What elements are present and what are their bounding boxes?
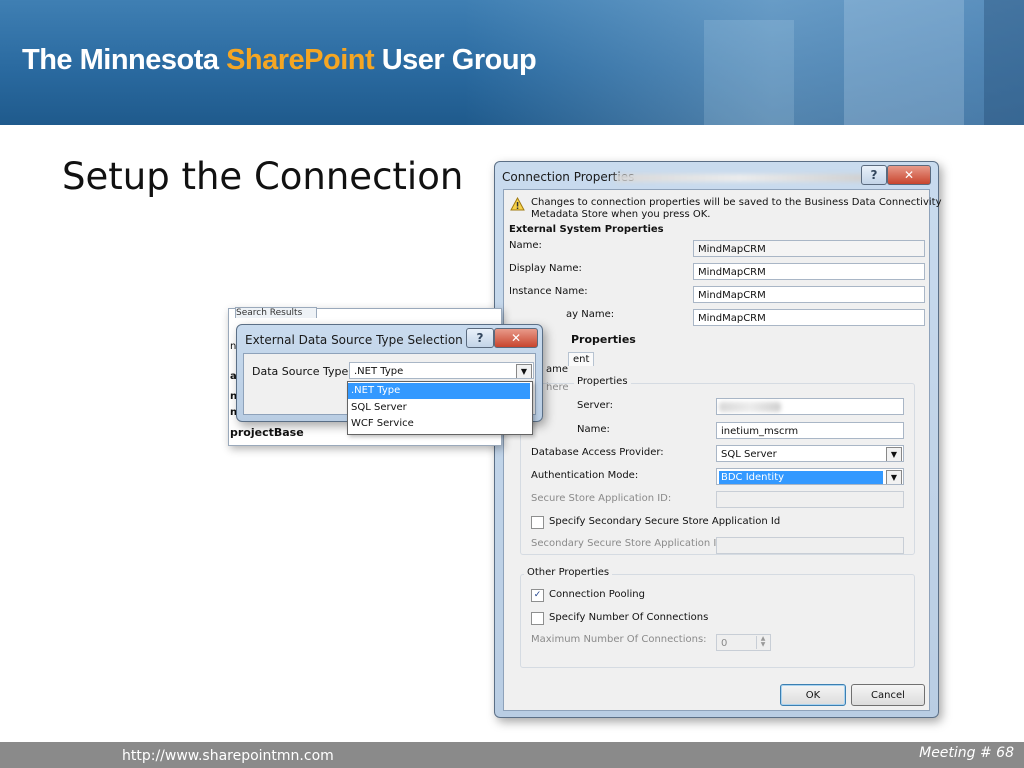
partial-field-label: ame <box>546 364 569 375</box>
banner-title-post: User Group <box>374 44 537 76</box>
authentication-mode-value: BDC Identity <box>719 471 883 484</box>
max-connections-label: Maximum Number Of Connections: <box>531 634 707 645</box>
database-name-field[interactable]: inetium_mscrm <box>716 422 904 439</box>
partial-section-heading: Properties <box>571 333 636 346</box>
other-properties-legend: Other Properties <box>524 567 613 578</box>
secure-store-id-label: Secure Store Application ID: <box>531 493 672 504</box>
footer-url[interactable]: http://www.sharepointmn.com <box>122 748 334 764</box>
search-results-title: Search Results <box>236 308 303 318</box>
max-connections-value: 0 <box>721 638 728 649</box>
banner-title: The Minnesota SharePoint User Group <box>22 44 537 77</box>
cancel-button[interactable]: Cancel <box>851 684 925 706</box>
behind-list-item[interactable]: projectBase <box>230 426 304 439</box>
dropdown-option[interactable]: SQL Server <box>348 400 530 416</box>
banner-title-accent: SharePoint <box>226 44 375 76</box>
provider-value: SQL Server <box>721 449 777 460</box>
dialog-client-area: Changes to connection properties will be… <box>503 189 941 711</box>
notice-line-1: Changes to connection properties will be… <box>531 197 942 208</box>
secure-store-id-field[interactable] <box>716 491 904 508</box>
provider-select[interactable]: SQL Server ▼ <box>716 445 904 462</box>
authentication-mode-select[interactable]: BDC Identity ▼ <box>716 468 904 485</box>
chevron-down-icon[interactable]: ▼ <box>886 447 902 461</box>
partial-display-name-field[interactable]: MindMapCRM <box>693 309 925 326</box>
blurred-server-name <box>719 402 781 412</box>
dropdown-option[interactable]: .NET Type <box>348 383 530 399</box>
notice-line-2: Metadata Store when you press OK. <box>531 209 711 220</box>
connection-properties-group: Properties Server: Name: inetium_mscrm D… <box>520 376 915 555</box>
authentication-mode-label: Authentication Mode: <box>531 470 639 481</box>
banner-building <box>984 0 1024 125</box>
connection-properties-dialog: Connection Properties ? ✕ Changes to con… <box>494 161 941 718</box>
provider-label: Database Access Provider: <box>531 447 664 458</box>
ok-button[interactable]: OK <box>780 684 846 706</box>
banner-building <box>844 0 964 125</box>
partial-display-name-label: ay Name: <box>566 309 615 320</box>
stepper-arrows-icon[interactable]: ▲ ▼ <box>756 636 769 649</box>
other-properties-group: Other Properties ✓ Connection Pooling Sp… <box>520 567 915 668</box>
chevron-down-icon[interactable]: ▼ <box>516 364 532 378</box>
specify-number-checkbox[interactable] <box>531 612 544 625</box>
secondary-secure-store-checkbox[interactable] <box>531 516 544 529</box>
data-source-type-dropdown: .NET Type SQL Server WCF Service <box>347 381 533 435</box>
instance-name-field[interactable]: MindMapCRM <box>693 286 925 303</box>
secondary-secure-store-check-label: Specify Secondary Secure Store Applicati… <box>549 516 781 527</box>
chevron-down-icon[interactable]: ▼ <box>886 470 902 484</box>
name-label: Name: <box>509 240 542 251</box>
banner-title-pre: The Minnesota <box>22 44 227 76</box>
name-field[interactable]: MindMapCRM <box>693 240 925 257</box>
connection-pooling-label: Connection Pooling <box>549 589 645 600</box>
partial-tab-label: ent <box>568 352 595 366</box>
dropdown-option[interactable]: WCF Service <box>348 416 530 432</box>
secondary-secure-store-id-label: Secondary Secure Store Application ID: <box>531 538 728 549</box>
help-button[interactable]: ? <box>861 165 887 185</box>
section-external-system: External System Properties <box>509 224 664 235</box>
display-name-label: Display Name: <box>509 263 582 274</box>
server-field[interactable] <box>716 398 904 415</box>
search-results-tab: Search Results <box>235 307 317 318</box>
secondary-secure-store-id-field[interactable] <box>716 537 904 554</box>
close-button[interactable]: ✕ <box>494 328 538 348</box>
footer-meeting-number: Meeting # 68 <box>919 745 1014 761</box>
close-button[interactable]: ✕ <box>887 165 931 185</box>
data-source-type-select[interactable]: .NET Type ▼ <box>349 362 534 379</box>
slide-title: Setup the Connection <box>62 155 464 198</box>
instance-name-label: Instance Name: <box>509 286 588 297</box>
data-source-type-label: Data Source Type <box>252 365 349 378</box>
connection-pooling-checkbox[interactable]: ✓ <box>531 589 544 602</box>
header-banner: The Minnesota SharePoint User Group <box>0 0 1024 125</box>
group-legend: Properties <box>574 376 631 387</box>
max-connections-stepper[interactable]: 0 ▲ ▼ <box>716 634 771 651</box>
database-name-label: Name: <box>577 424 610 435</box>
display-name-field[interactable]: MindMapCRM <box>693 263 925 280</box>
type-dialog-title: External Data Source Type Selection <box>245 333 463 347</box>
footer-bar: http://www.sharepointmn.com Meeting # 68 <box>0 742 1024 768</box>
server-label: Server: <box>577 400 613 411</box>
specify-number-label: Specify Number Of Connections <box>549 612 709 623</box>
banner-building <box>704 20 794 125</box>
blurred-background-text <box>615 174 865 182</box>
help-button[interactable]: ? <box>466 328 494 348</box>
warning-icon <box>510 197 525 211</box>
data-source-type-value: .NET Type <box>354 366 404 377</box>
